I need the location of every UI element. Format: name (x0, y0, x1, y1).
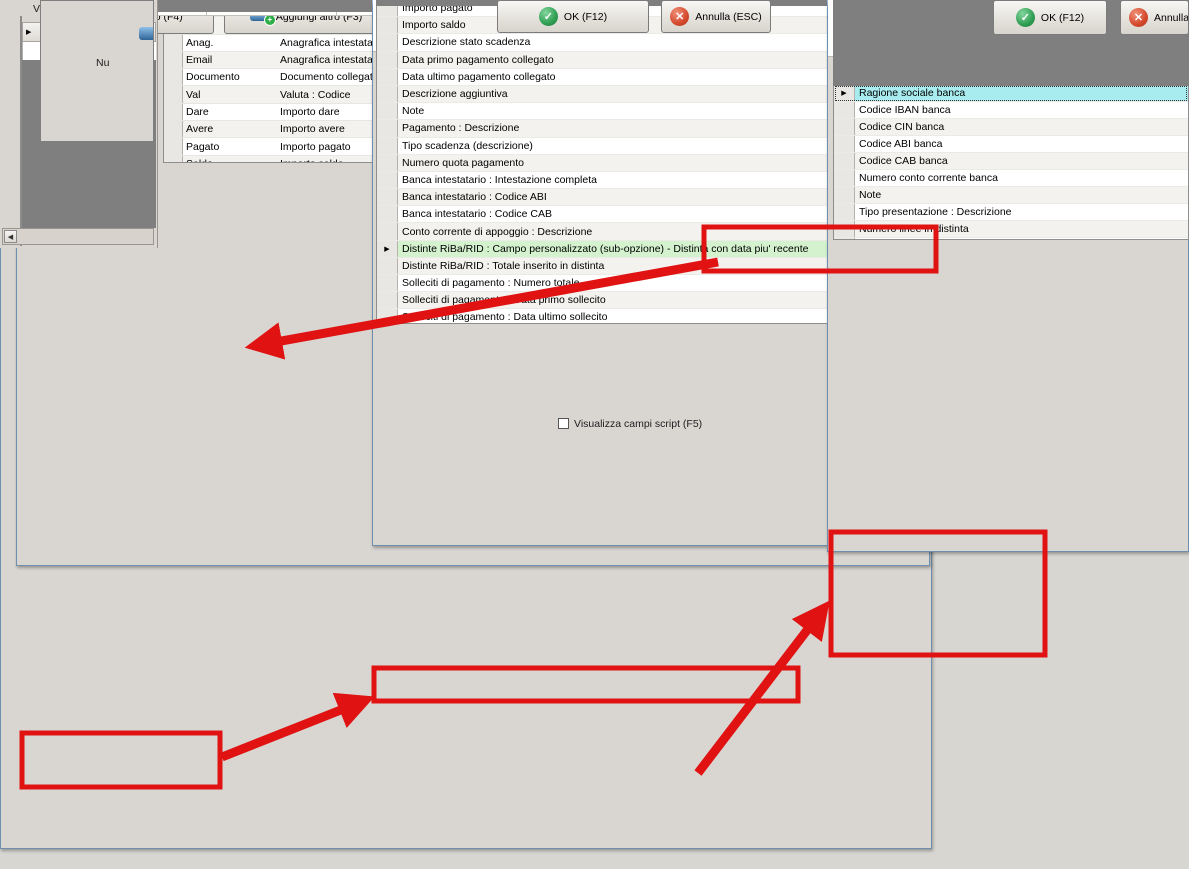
field-list-item[interactable]: Tipo presentazione : Descrizione (834, 204, 1188, 221)
field-name: Codice CIN banca (859, 121, 945, 133)
row-selector (834, 204, 855, 220)
row-selector (834, 153, 855, 169)
row-selector (834, 187, 855, 203)
sc2-ok-label: OK (F12) (1040, 11, 1085, 24)
ok-check-icon: ✓ (1015, 8, 1035, 27)
field-name: Codice IBAN banca (859, 104, 951, 116)
cancel-cross-icon: ✕ (1129, 8, 1148, 27)
field-name: Note (859, 189, 882, 201)
row-selector (834, 221, 855, 237)
field-name: Tipo presentazione : Descrizione (859, 206, 1012, 218)
field-list-item[interactable]: Codice CIN banca (834, 119, 1188, 136)
row-marker-icon: ▶ (841, 90, 847, 97)
field-list-item[interactable]: Codice ABI banca (834, 136, 1188, 153)
field-name: Numero linee in distinta (859, 223, 969, 235)
field-name: Ragione sociale banca (859, 87, 966, 99)
field-name: Codice ABI banca (859, 138, 943, 150)
row-selector (834, 238, 855, 239)
screen: SCADENZARIO ✕ SCADENZARIO Ricerca (descr… (0, 0, 1189, 869)
field-list-item[interactable]: Numero linee in distinta (834, 221, 1188, 238)
sc2-ok-button[interactable]: ✓ OK (F12) (993, 0, 1107, 35)
sc2-annulla-button[interactable]: ✕ Annulla (1120, 0, 1189, 35)
row-selector (834, 136, 855, 152)
row-selector (834, 119, 855, 135)
field-name: Codice CAB banca (859, 155, 948, 167)
field-list-item[interactable]: Note (834, 187, 1188, 204)
field-list-item[interactable]: Importo totale distinta (834, 238, 1188, 239)
field-list-item[interactable]: Codice IBAN banca (834, 102, 1188, 119)
field-name: Numero conto corrente banca (859, 172, 998, 184)
field-list-item[interactable]: Codice CAB banca (834, 153, 1188, 170)
field-list-item[interactable]: ▶ Ragione sociale banca (834, 85, 1188, 102)
row-selector: ▶ (834, 85, 855, 101)
selezione-campo-window-2: ✕ SELEZIONE CAMPO ? Selezionare il campo… (0, 0, 1189, 869)
field-list-item[interactable]: Numero conto corrente banca (834, 170, 1188, 187)
row-selector (834, 102, 855, 118)
row-selector (834, 170, 855, 186)
sc2-annulla-label: Annulla (1154, 11, 1189, 24)
